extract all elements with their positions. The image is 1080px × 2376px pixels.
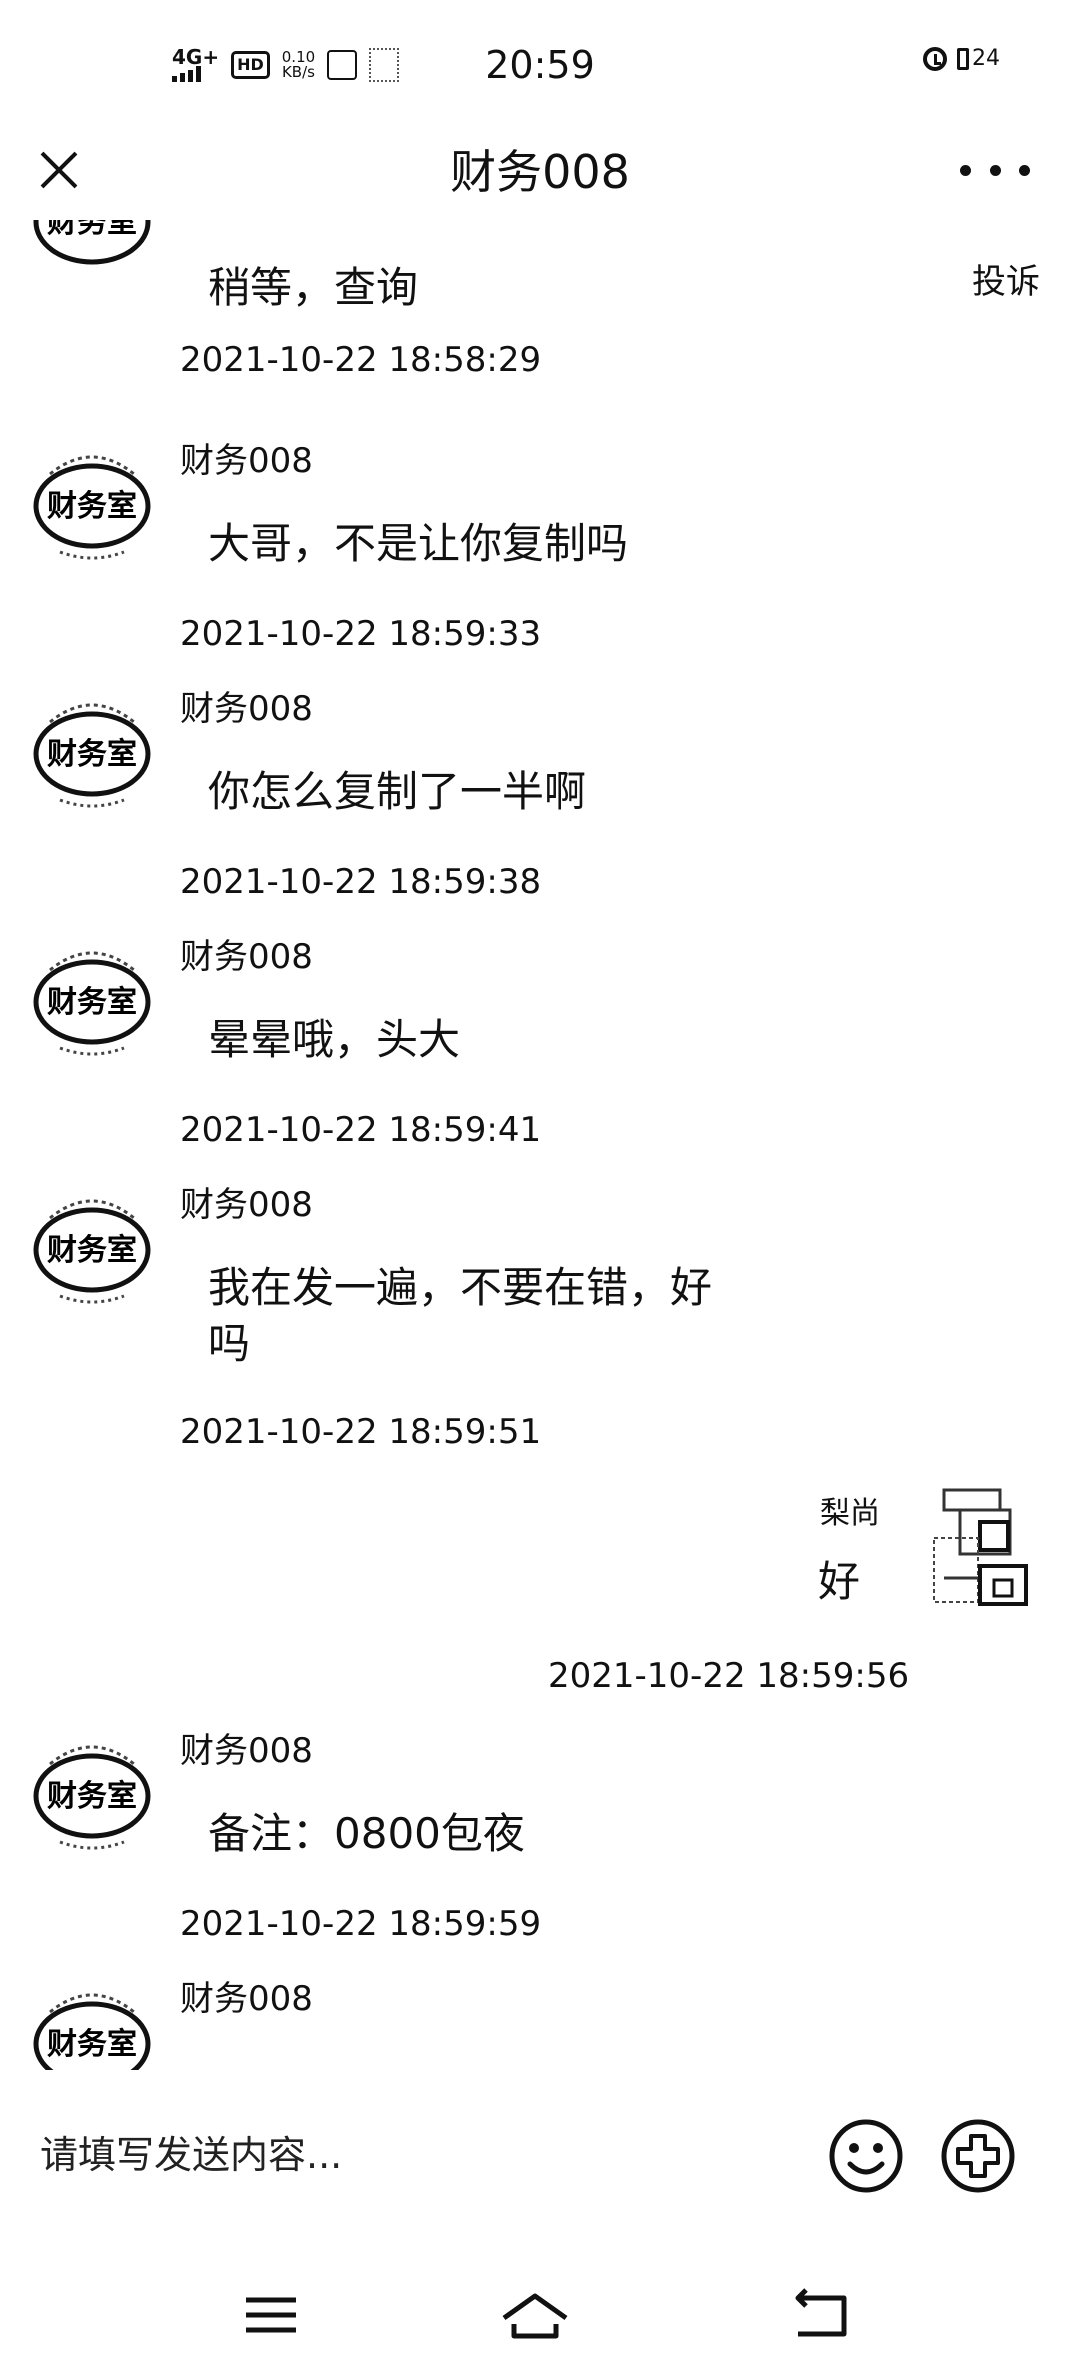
message-text: 大哥，不是让你复制吗 xyxy=(208,519,629,568)
avatar-label: 财务室 xyxy=(47,737,137,772)
status-time: 20:59 xyxy=(485,43,595,87)
message-timestamp: 2021-10-22 18:59:59 xyxy=(180,1904,542,1944)
sender-name: 财务008 xyxy=(180,441,313,481)
avatar-label: 财务室 xyxy=(47,1233,137,1268)
battery-indicator: 24 xyxy=(957,46,1000,71)
emoji-button[interactable] xyxy=(828,2118,904,2194)
chat-header: 财务008 xyxy=(0,130,1080,220)
more-options-button[interactable] xyxy=(960,142,1030,198)
page-title: 财务008 xyxy=(450,145,630,199)
avatar-label: 财务室 xyxy=(47,2027,137,2062)
message-text: 我在发一遍，不要在错，好 吗 xyxy=(208,1263,713,1368)
avatar: 财务室 xyxy=(33,951,151,1056)
self-message-text: 好 xyxy=(818,1557,861,1606)
message-timestamp: 2021-10-22 18:59:38 xyxy=(180,862,542,902)
self-message-timestamp: 2021-10-22 18:59:56 xyxy=(548,1656,910,1696)
message-text: 备注：0800包夜 xyxy=(208,1809,525,1858)
avatar-label: 财务室 xyxy=(47,489,137,524)
sender-name: 财务008 xyxy=(180,937,313,977)
message-timestamp: 2021-10-22 18:59:41 xyxy=(180,1110,542,1150)
avatar: 财务室 xyxy=(33,1745,151,1850)
status-right: 24 xyxy=(923,46,1000,71)
self-avatar xyxy=(933,1488,1028,1606)
battery-level: 24 xyxy=(972,46,1000,71)
status-bar: 4G+ HD 0.10 KB/s 20:59 24 xyxy=(0,0,1080,130)
avatar: 财务室 xyxy=(33,703,151,808)
message-text: 晕晕哦，头大 xyxy=(208,1015,461,1064)
add-attachment-button[interactable] xyxy=(940,2118,1016,2194)
avatar-label: 财务室 xyxy=(47,220,137,240)
avatar: 财务室 xyxy=(33,455,151,560)
message-timestamp: 2021-10-22 18:59:33 xyxy=(180,614,542,654)
avatar: 财务室 xyxy=(33,1993,151,2070)
message-text: 稍等，查询 xyxy=(208,263,419,312)
input-bar: 请填写发送内容... xyxy=(0,2070,1080,2250)
self-sender-name: 梨尚 xyxy=(820,1496,880,1531)
message-list[interactable]: 财务室 稍等，查询 投诉 2021-10-22 18:58:29 财务室 财务0… xyxy=(0,220,1080,2070)
message-timestamp: 2021-10-22 18:59:51 xyxy=(180,1412,542,1452)
sender-name: 财务008 xyxy=(180,1185,313,1225)
system-nav-bar xyxy=(0,2250,1080,2376)
report-button[interactable]: 投诉 xyxy=(972,260,1040,304)
sender-name: 财务008 xyxy=(180,689,313,729)
battery-icon xyxy=(957,47,969,70)
sender-name: 财务008 xyxy=(180,1979,313,2019)
message-timestamp: 2021-10-22 18:58:29 xyxy=(180,340,542,380)
home-icon[interactable] xyxy=(500,2280,570,2350)
alarm-icon xyxy=(923,46,947,71)
avatar: 财务室 xyxy=(33,220,151,265)
message-text: 你怎么复制了一半啊 xyxy=(208,767,587,816)
avatar-label: 财务室 xyxy=(47,1779,137,1814)
sender-name: 财务008 xyxy=(180,1731,313,1771)
avatar-label: 财务室 xyxy=(47,985,137,1020)
back-icon[interactable] xyxy=(786,2280,856,2350)
menu-icon[interactable] xyxy=(236,2280,306,2350)
message-input[interactable]: 请填写发送内容... xyxy=(40,2110,800,2200)
avatar: 财务室 xyxy=(33,1199,151,1304)
